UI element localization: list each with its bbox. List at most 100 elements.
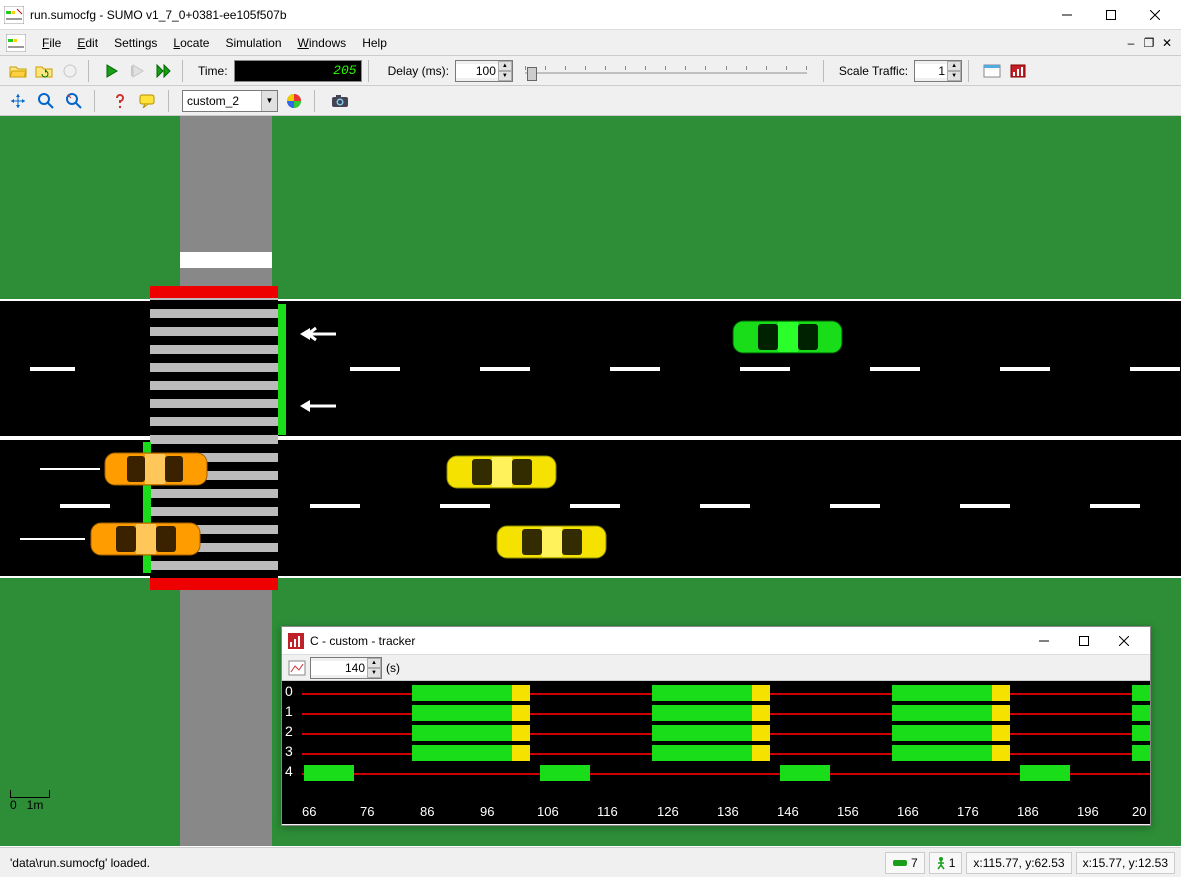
scale-traffic-input[interactable]: ▲▼ xyxy=(914,60,962,82)
status-persons: 1 xyxy=(929,852,963,874)
mdi-minimize-icon[interactable]: – xyxy=(1123,36,1139,50)
aggregation-icon[interactable] xyxy=(288,660,306,676)
spin-down-icon[interactable]: ▼ xyxy=(498,71,512,81)
step-button[interactable] xyxy=(152,59,176,83)
tracker-row-label: 3 xyxy=(285,743,293,759)
car-icon xyxy=(892,858,908,868)
tooltip-button[interactable] xyxy=(136,89,160,113)
tracker-close-button[interactable] xyxy=(1104,628,1144,654)
menu-settings[interactable]: Settings xyxy=(106,34,165,52)
tracker-minimize-button[interactable] xyxy=(1024,628,1064,654)
vehicle[interactable] xyxy=(88,518,203,560)
vehicle[interactable] xyxy=(444,451,559,493)
phase-green xyxy=(892,705,992,721)
phase-green xyxy=(412,745,512,761)
phase-green xyxy=(652,745,752,761)
delay-slider[interactable] xyxy=(521,60,811,82)
status-coord-screen: x:15.77, y:12.53 xyxy=(1076,852,1175,874)
phase-yellow xyxy=(752,725,770,741)
tracker-x-axis: 66 76 86 96 106 116 126 136 146 156 166 … xyxy=(302,804,1150,824)
statusbar: 'data\run.sumocfg' loaded. 7 1 x:115.77,… xyxy=(0,847,1181,877)
phase-yellow xyxy=(752,705,770,721)
time-label: Time: xyxy=(198,64,228,78)
phase-green xyxy=(892,745,992,761)
views-button[interactable] xyxy=(980,59,1004,83)
menu-edit[interactable]: Edit xyxy=(69,34,106,52)
time-display: 205 xyxy=(234,60,362,82)
phase-green xyxy=(1132,725,1150,741)
phase-green xyxy=(652,685,752,701)
signal-line xyxy=(20,538,85,540)
status-message: 'data\run.sumocfg' loaded. xyxy=(6,856,881,870)
reload-button[interactable] xyxy=(32,59,56,83)
zoom-button[interactable] xyxy=(34,89,58,113)
recenter-button[interactable] xyxy=(6,89,30,113)
phase-green xyxy=(652,725,752,741)
save-button[interactable] xyxy=(58,59,82,83)
play-button[interactable] xyxy=(100,59,124,83)
spin-up-icon[interactable]: ▲ xyxy=(367,658,381,668)
view-scheme-select[interactable]: custom_2 ▼ xyxy=(182,90,278,112)
delay-input[interactable]: ▲▼ xyxy=(455,60,513,82)
locate-button[interactable] xyxy=(62,89,86,113)
open-button[interactable] xyxy=(6,59,30,83)
phase-green xyxy=(892,725,992,741)
titlebar: run.sumocfg - SUMO v1_7_0+0381-ee105f507… xyxy=(0,0,1181,30)
phase-yellow xyxy=(992,725,1010,741)
stop-button[interactable] xyxy=(126,59,150,83)
phase-green xyxy=(304,765,354,781)
phase-yellow xyxy=(992,745,1010,761)
app-icon-small xyxy=(6,34,26,52)
menu-file[interactable]: File xyxy=(34,34,69,52)
tracker-window-unit: (s) xyxy=(386,661,400,675)
phase-green xyxy=(1020,765,1070,781)
stopbar xyxy=(150,578,278,590)
vehicle[interactable] xyxy=(494,521,609,563)
tracker-title-text: C - custom - tracker xyxy=(310,634,1024,648)
vehicle[interactable] xyxy=(730,316,845,358)
color-wheel-button[interactable] xyxy=(282,89,306,113)
menu-simulation[interactable]: Simulation xyxy=(217,34,289,52)
help-button[interactable] xyxy=(108,89,132,113)
phase-green xyxy=(1132,705,1150,721)
spin-up-icon[interactable]: ▲ xyxy=(947,61,961,71)
window-title: run.sumocfg - SUMO v1_7_0+0381-ee105f507… xyxy=(30,8,1045,22)
phase-yellow xyxy=(512,725,530,741)
phase-yellow xyxy=(512,685,530,701)
main-toolbar: Time: 205 Delay (ms): ▲▼ Scale Traffic: … xyxy=(0,56,1181,86)
phase-yellow xyxy=(992,685,1010,701)
spin-down-icon[interactable]: ▼ xyxy=(947,71,961,81)
maximize-button[interactable] xyxy=(1089,1,1133,29)
tracker-row-label: 1 xyxy=(285,703,293,719)
tracker-maximize-button[interactable] xyxy=(1064,628,1104,654)
menu-windows[interactable]: Windows xyxy=(290,34,355,52)
tracker-window-input[interactable]: ▲▼ xyxy=(310,657,382,679)
phase-green xyxy=(412,705,512,721)
phase-yellow xyxy=(752,745,770,761)
mdi-close-icon[interactable]: ✕ xyxy=(1159,36,1175,50)
menu-help[interactable]: Help xyxy=(354,34,395,52)
phase-yellow xyxy=(512,745,530,761)
close-button[interactable] xyxy=(1133,1,1177,29)
mdi-restore-icon[interactable]: ❐ xyxy=(1141,36,1157,50)
scale-traffic-label: Scale Traffic: xyxy=(839,64,908,78)
tracker-titlebar[interactable]: C - custom - tracker xyxy=(282,627,1150,655)
menu-locate[interactable]: Locate xyxy=(165,34,217,52)
stats-button[interactable] xyxy=(1006,59,1030,83)
chevron-down-icon[interactable]: ▼ xyxy=(261,91,277,111)
spin-up-icon[interactable]: ▲ xyxy=(498,61,512,71)
minimize-button[interactable] xyxy=(1045,1,1089,29)
simulation-viewport[interactable]: 0 1m C - custom - tracker ▲▼ (s) 0 1 2 3… xyxy=(0,116,1181,846)
phase-green xyxy=(1132,685,1150,701)
vehicle[interactable] xyxy=(102,448,210,490)
spin-down-icon[interactable]: ▼ xyxy=(367,668,381,678)
tracker-row-label: 4 xyxy=(285,763,293,779)
person-icon xyxy=(936,856,946,870)
tracker-toolbar: ▲▼ (s) xyxy=(282,655,1150,681)
tracker-chart[interactable]: 0 1 2 3 4 xyxy=(282,681,1150,824)
screenshot-button[interactable] xyxy=(328,89,352,113)
phase-yellow xyxy=(992,705,1010,721)
phase-green xyxy=(1132,745,1150,761)
signal-line xyxy=(40,468,100,470)
tracker-window[interactable]: C - custom - tracker ▲▼ (s) 0 1 2 3 4 xyxy=(281,626,1151,826)
